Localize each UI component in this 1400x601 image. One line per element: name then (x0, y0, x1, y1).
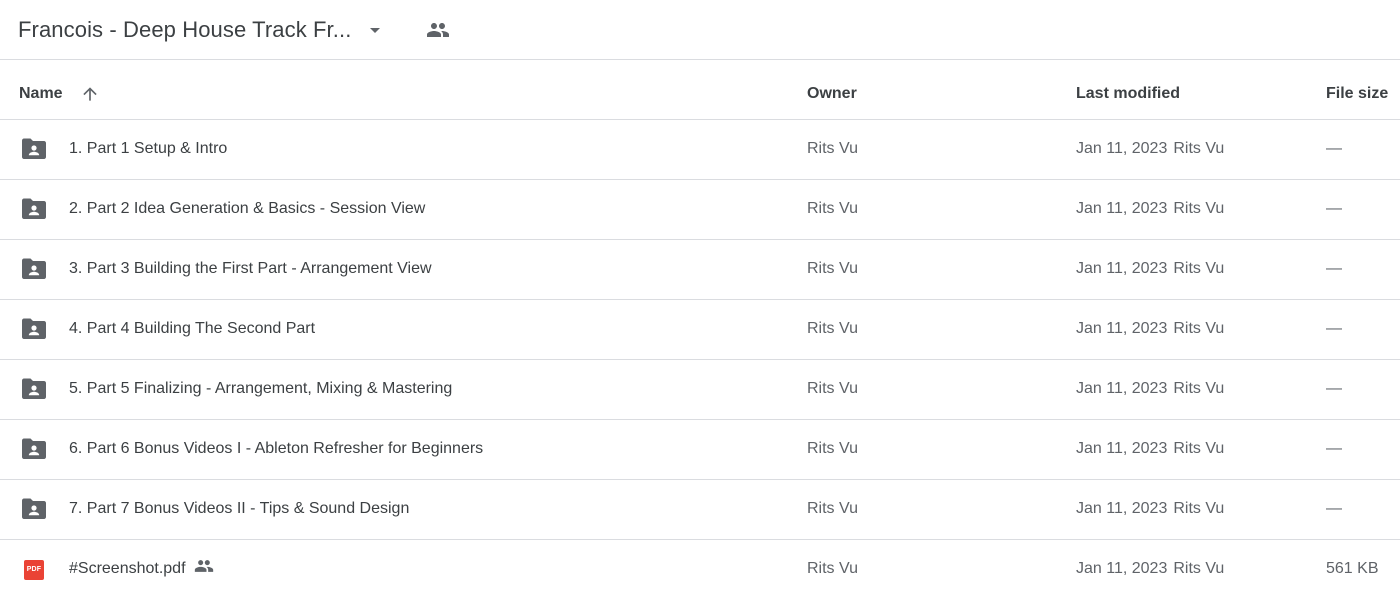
file-size: — (1326, 380, 1342, 397)
modified-date: Jan 11, 2023 (1076, 140, 1168, 157)
modified-by: Rits Vu (1173, 140, 1225, 157)
modified-date: Jan 11, 2023 (1076, 260, 1168, 277)
table-row[interactable]: 1. Part 1 Setup & Intro Rits Vu Jan 11, … (0, 120, 1400, 180)
modified-by: Rits Vu (1173, 320, 1225, 337)
modified-by: Rits Vu (1173, 200, 1225, 217)
file-size: — (1326, 260, 1342, 277)
modified-date: Jan 11, 2023 (1076, 200, 1168, 217)
file-last-modified: Jan 11, 2023 Rits Vu (1076, 180, 1224, 239)
file-owner: Rits Vu (807, 320, 858, 337)
file-owner: Rits Vu (807, 200, 858, 217)
modified-by: Rits Vu (1173, 260, 1225, 277)
people-icon (194, 543, 214, 572)
file-name[interactable]: 5. Part 5 Finalizing - Arrangement, Mixi… (69, 360, 452, 419)
pdf-icon: PDF (24, 560, 44, 580)
file-name[interactable]: 7. Part 7 Bonus Videos II - Tips & Sound… (69, 480, 409, 539)
shared-folder-icon (20, 197, 48, 221)
column-header-owner: Owner (807, 85, 857, 102)
table-row[interactable]: 7. Part 7 Bonus Videos II - Tips & Sound… (0, 480, 1400, 540)
column-header-last-modified[interactable]: Last modified (1076, 60, 1180, 119)
shared-folder-icon (20, 497, 48, 521)
modified-date: Jan 11, 2023 (1076, 500, 1168, 517)
file-size: — (1326, 320, 1342, 337)
shared-folder-icon (20, 377, 48, 401)
file-size: — (1326, 140, 1342, 157)
file-last-modified: Jan 11, 2023 Rits Vu (1076, 240, 1224, 299)
column-header-file-size[interactable]: File size (1326, 60, 1388, 119)
file-name[interactable]: 3. Part 3 Building the First Part - Arra… (69, 240, 432, 299)
file-last-modified: Jan 11, 2023 Rits Vu (1076, 540, 1224, 599)
top-bar: Francois - Deep House Track Fr... (0, 0, 1400, 60)
file-size: 561 KB (1326, 560, 1379, 577)
file-name-text[interactable]: #Screenshot.pdf (69, 560, 186, 577)
file-size: — (1326, 200, 1342, 217)
table-row[interactable]: PDF #Screenshot.pdf Rits Vu Jan 11, 2023… (0, 540, 1400, 599)
arrow-drop-down-icon[interactable] (363, 18, 387, 42)
modified-by: Rits Vu (1173, 500, 1225, 517)
modified-by: Rits Vu (1173, 560, 1225, 577)
shared-folder-icon (20, 437, 48, 461)
column-header-row: Name Owner Last modified File size (0, 60, 1400, 120)
file-last-modified: Jan 11, 2023 Rits Vu (1076, 300, 1224, 359)
file-name[interactable]: 6. Part 6 Bonus Videos I - Ableton Refre… (69, 420, 483, 479)
table-row[interactable]: 6. Part 6 Bonus Videos I - Ableton Refre… (0, 420, 1400, 480)
folder-breadcrumb[interactable]: Francois - Deep House Track Fr... (18, 17, 387, 43)
file-owner: Rits Vu (807, 500, 858, 517)
modified-by: Rits Vu (1173, 440, 1225, 457)
file-name[interactable]: #Screenshot.pdf (69, 540, 214, 599)
shared-folder-icon (20, 137, 48, 161)
file-owner: Rits Vu (807, 560, 858, 577)
arrow-upward-icon[interactable] (80, 84, 100, 104)
file-name[interactable]: 1. Part 1 Setup & Intro (69, 120, 227, 179)
table-row[interactable]: 2. Part 2 Idea Generation & Basics - Ses… (0, 180, 1400, 240)
modified-by: Rits Vu (1173, 380, 1225, 397)
file-list: 1. Part 1 Setup & Intro Rits Vu Jan 11, … (0, 120, 1400, 599)
modified-date: Jan 11, 2023 (1076, 320, 1168, 337)
file-owner: Rits Vu (807, 260, 858, 277)
shared-folder-icon (20, 317, 48, 341)
file-size: — (1326, 500, 1342, 517)
table-row[interactable]: 4. Part 4 Building The Second Part Rits … (0, 300, 1400, 360)
column-header-name[interactable]: Name (19, 60, 63, 119)
file-last-modified: Jan 11, 2023 Rits Vu (1076, 120, 1224, 179)
file-owner: Rits Vu (807, 380, 858, 397)
file-size: — (1326, 440, 1342, 457)
file-last-modified: Jan 11, 2023 Rits Vu (1076, 480, 1224, 539)
file-owner: Rits Vu (807, 440, 858, 457)
modified-date: Jan 11, 2023 (1076, 440, 1168, 457)
file-owner: Rits Vu (807, 140, 858, 157)
modified-date: Jan 11, 2023 (1076, 380, 1168, 397)
file-name[interactable]: 2. Part 2 Idea Generation & Basics - Ses… (69, 180, 425, 239)
file-name[interactable]: 4. Part 4 Building The Second Part (69, 300, 315, 359)
file-last-modified: Jan 11, 2023 Rits Vu (1076, 420, 1224, 479)
file-last-modified: Jan 11, 2023 Rits Vu (1076, 360, 1224, 419)
table-row[interactable]: 3. Part 3 Building the First Part - Arra… (0, 240, 1400, 300)
shared-folder-icon (20, 257, 48, 281)
folder-title[interactable]: Francois - Deep House Track Fr... (18, 17, 351, 43)
people-icon[interactable] (426, 18, 450, 42)
table-row[interactable]: 5. Part 5 Finalizing - Arrangement, Mixi… (0, 360, 1400, 420)
modified-date: Jan 11, 2023 (1076, 560, 1168, 577)
